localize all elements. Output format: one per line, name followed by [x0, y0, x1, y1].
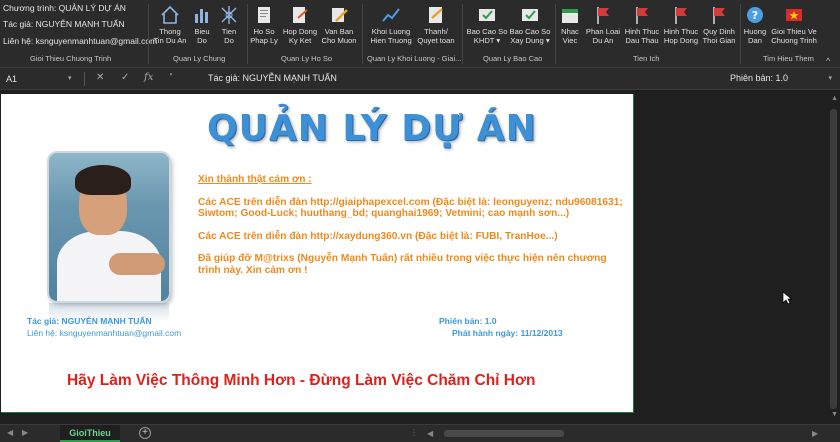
sheet-tabs-bar: ◀ ▶ GioiThieu + ⋮ ◀ ▶: [0, 424, 840, 442]
flag-icon: [636, 7, 648, 24]
ribbon: Chương trình: QUẢN LÝ DỰ ÁN Tác giả: NGU…: [0, 0, 840, 68]
enter-icon[interactable]: ✓: [121, 72, 129, 83]
huong-dan-button[interactable]: ? Huong Dan: [741, 3, 769, 51]
group-label-tien-ich: Tien Ich: [633, 54, 660, 63]
network-icon: [221, 6, 237, 24]
quy-dinh-thoi-gian-button[interactable]: Quy Dinh Thoi Gian: [700, 3, 738, 51]
phan-loai-du-an-button[interactable]: Phan Loai Du An: [584, 3, 622, 51]
bar-chart-icon: [195, 9, 208, 23]
author-photo: [49, 153, 169, 301]
scroll-left-icon[interactable]: ◀: [427, 429, 433, 438]
pencil-icon: [332, 8, 348, 22]
line-chart-icon: [382, 8, 400, 22]
intro-card: QUẢN LÝ DỰ ÁN Xin thành thật cảm ơn : Cá…: [1, 94, 634, 413]
group-label-quan-ly-khoi-luong: Quan Ly Khoi Luong - Giai...: [367, 54, 462, 63]
tab-gioithieu[interactable]: GioiThieu: [60, 425, 120, 442]
group-label-tim-hieu-them: Tim Hieu Them: [763, 54, 814, 63]
horizontal-scrollbar[interactable]: ◀ ▶: [424, 428, 824, 439]
next-sheet-icon[interactable]: ▶: [22, 428, 28, 437]
contract-icon: [293, 7, 308, 23]
group-label-quan-ly-chung: Quan Ly Chung: [173, 54, 226, 63]
thanks-paragraph-3: Đã giúp đỡ M@trixs (Nguyễn Mạnh Tuấn) rấ…: [198, 253, 607, 276]
nhac-viec-button[interactable]: Nhac Viec: [557, 3, 583, 51]
name-box-dropdown-icon[interactable]: ▾: [68, 74, 72, 82]
hinh-thuc-hop-dong-button[interactable]: Hinh Thuc Hop Dong: [661, 3, 701, 51]
tien-do-button[interactable]: Tien Do: [215, 3, 243, 51]
gioi-thieu-chuong-trinh-button[interactable]: Gioi Thieu Ve Chuong Trinh: [768, 3, 820, 51]
program-contact: Liên hệ: ksnguyenmanhtuan@gmail.com: [3, 36, 158, 46]
report-check-icon: [522, 9, 538, 21]
khoi-luong-hien-truong-button[interactable]: Khoi Luong Hien Truong: [366, 3, 416, 51]
mouse-cursor-icon: [782, 291, 792, 305]
divider: [84, 72, 85, 86]
flag-icon: [675, 7, 687, 24]
bao-cao-so-xay-dung-button[interactable]: Bao Cao So Xay Dung ▾: [508, 3, 552, 51]
group-divider: [555, 4, 556, 64]
page-title: QUẢN LÝ DỰ ÁN: [207, 108, 537, 149]
program-info: Chương trình: QUẢN LÝ DỰ ÁN Tác giả: NGU…: [0, 0, 157, 68]
contact-label: Liên hệ: ksnguyenmanhtuan@gmail.com: [27, 328, 182, 338]
thanks-paragraph-1: Các ACE trên diễn đàn http://giaiphapexc…: [198, 196, 623, 220]
formula-version: Phiên bản: 1.0: [729, 73, 788, 83]
collapse-ribbon-icon[interactable]: ^: [826, 56, 830, 66]
thanks-paragraph-2: Các ACE trên diễn đàn http://xaydung360.…: [198, 230, 558, 242]
bieu-do-button[interactable]: Bieu Do: [190, 3, 214, 51]
insert-function-icon[interactable]: fx: [144, 72, 153, 83]
scroll-up-icon[interactable]: ▲: [831, 95, 838, 102]
excel-window: Chương trình: QUẢN LÝ DỰ ÁN Tác giả: NGU…: [0, 0, 840, 442]
program-name: Chương trình: QUẢN LÝ DỰ ÁN: [3, 3, 126, 13]
house-icon: [161, 5, 179, 24]
svg-text:?: ?: [752, 9, 758, 22]
group-divider: [148, 4, 149, 64]
author-label: Tác giả: NGUYỄN MẠNH TUẤN: [27, 316, 152, 326]
document-icon: [258, 7, 270, 23]
version-label: Phiên bản: 1.0: [439, 316, 497, 326]
slogan: Hãy Làm Việc Thông Minh Hơn - Đừng Làm V…: [67, 372, 536, 389]
thong-tin-du-an-button[interactable]: Thong Tin Du An: [150, 3, 190, 51]
group-label-quan-ly-bao-cao: Quan Ly Bao Cao: [483, 54, 543, 63]
cancel-icon[interactable]: ✕: [96, 72, 104, 83]
flag-icon: [713, 7, 725, 24]
thanh-quyet-toan-button[interactable]: Thanh/ Quyet toan: [414, 3, 458, 51]
group-label-quan-ly-ho-so: Quan Ly Ho So: [281, 54, 333, 63]
hinh-thuc-dau-thau-button[interactable]: Hinh Thuc Dau Thau: [622, 3, 662, 51]
group-divider: [462, 4, 463, 64]
tabs-menu-icon[interactable]: ⋮: [410, 428, 418, 437]
formula-content[interactable]: Tác giả: NGUYỄN MẠNH TUẤN: [208, 73, 337, 83]
scroll-thumb[interactable]: [830, 109, 837, 409]
group-label-gioi-thieu: Gioi Thieu Chuong Trinh: [30, 54, 112, 63]
calendar-icon: [562, 9, 578, 23]
add-sheet-button[interactable]: +: [139, 427, 151, 439]
ho-so-phap-ly-button[interactable]: Ho So Phap Ly: [248, 3, 280, 51]
vertical-scrollbar[interactable]: ▲ ▼: [826, 91, 840, 424]
h-scroll-thumb[interactable]: [444, 430, 564, 437]
star-flag-icon: [786, 9, 802, 21]
formula-bar: A1 ▾ ✕ ✓ fx ' Tác giả: NGUYỄN MẠNH TUẤN …: [0, 68, 840, 90]
flag-icon: [597, 7, 609, 24]
formula-apostrophe: ': [170, 72, 172, 83]
bao-cao-so-khdt-button[interactable]: Bao Cao So KHDT ▾: [465, 3, 509, 51]
thanks-text: Xin thành thật cảm ơn : Các ACE trên diễ…: [198, 174, 628, 287]
scroll-right-icon[interactable]: ▶: [812, 429, 818, 438]
scroll-down-icon[interactable]: ▼: [831, 411, 838, 418]
van-ban-cho-muon-button[interactable]: Van Ban Cho Muon: [319, 3, 359, 51]
group-divider: [362, 4, 363, 64]
worksheet[interactable]: QUẢN LÝ DỰ ÁN Xin thành thật cảm ơn : Cá…: [0, 91, 840, 424]
release-date-label: Phát hành ngày: 11/12/2013: [452, 328, 563, 338]
thanks-heading: Xin thành thật cảm ơn :: [198, 174, 312, 185]
help-icon: ?: [747, 7, 763, 23]
hop-dong-ky-ket-button[interactable]: Hop Dong Ky Ket: [281, 3, 319, 51]
program-author: Tác giả: NGUYỄN MẠNH TUẤN: [3, 19, 125, 29]
report-check-icon: [479, 9, 495, 21]
expand-formula-icon[interactable]: ▾: [828, 74, 832, 82]
signature-icon: [429, 7, 443, 23]
prev-sheet-icon[interactable]: ◀: [7, 428, 13, 437]
